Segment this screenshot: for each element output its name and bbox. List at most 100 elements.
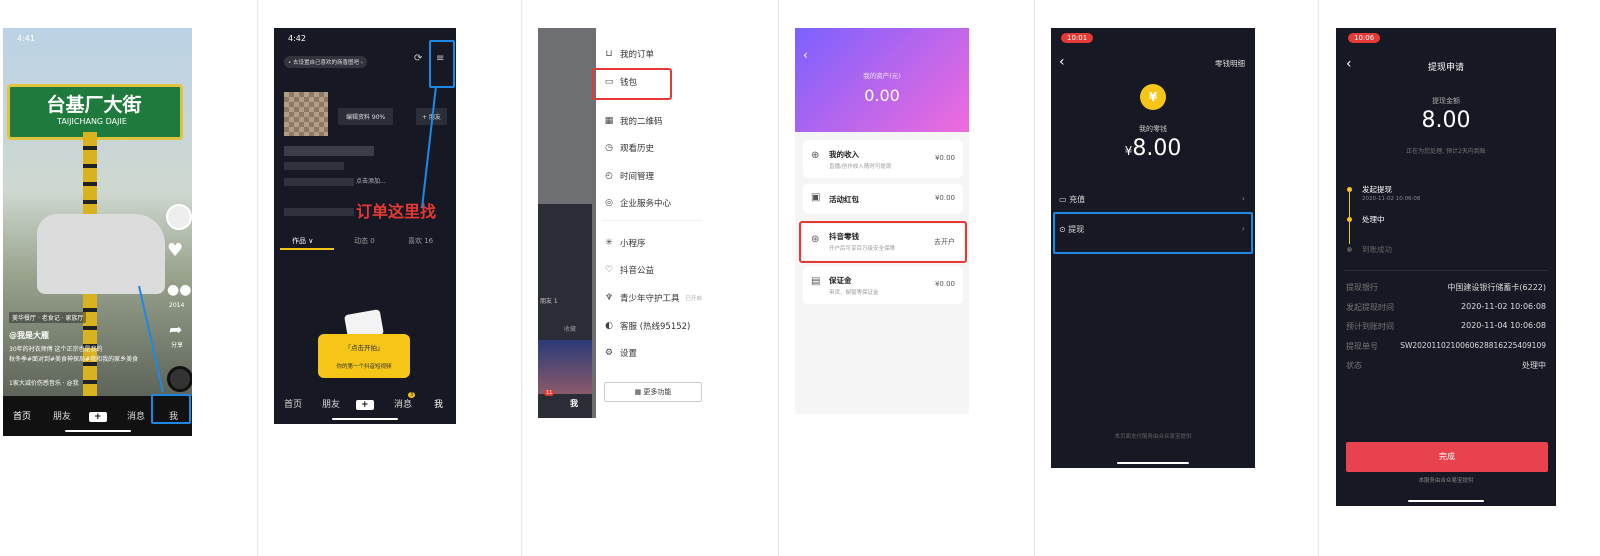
left-thumbnail — [538, 340, 592, 394]
column-divider — [257, 0, 258, 556]
menu-divider — [602, 220, 702, 221]
withdraw-amount: 8.00 — [1421, 108, 1471, 133]
tab-works[interactable]: 作品 ∨ — [292, 236, 313, 246]
charity-icon: ♡ — [604, 265, 614, 275]
column-divider — [778, 0, 779, 556]
timeline-dot — [1347, 187, 1352, 192]
phone-withdraw-request: 10:06 ‹ 提现申请 提现金额 8.00 正在为您处理, 预计2天内到账 发… — [1336, 28, 1556, 506]
status-time: 10:01 — [1061, 33, 1094, 43]
asset-row-deposit[interactable]: ▤ 保证金 带货、橱窗等保证金 ¥0.00 — [803, 266, 963, 304]
service-icon: ◐ — [605, 321, 613, 331]
tab-likes[interactable]: 喜欢 16 — [408, 236, 433, 246]
menu-label: 抖音公益 — [620, 266, 655, 276]
left-me-label: 我 — [570, 399, 578, 408]
wallet-header — [795, 28, 969, 132]
highlight-me-tab — [151, 394, 191, 424]
menu-qr-code[interactable]: ▦ 我的二维码 — [604, 115, 663, 127]
menu-my-orders[interactable]: ⊔ 我的订单 — [604, 48, 654, 60]
menu-youth-guard[interactable]: ♆ 青少年守护工具 已开启 — [604, 292, 702, 304]
highlight-change — [799, 221, 967, 263]
cart-icon: ⊔ — [605, 49, 613, 59]
page-title: 提现申请 — [1427, 63, 1464, 73]
menu-label: 我的二维码 — [620, 117, 663, 127]
miniapp-icon: ✳ — [605, 238, 613, 248]
menu-customer-service[interactable]: ◐ 客服 (热线95152) — [604, 320, 690, 332]
column-divider — [521, 0, 522, 556]
deposit-icon: ▤ — [811, 276, 821, 287]
assets-label: 我的资产(元) — [863, 72, 901, 80]
home-indicator — [1117, 462, 1189, 464]
column-divider — [1318, 0, 1319, 556]
more-label: 更多功能 — [643, 388, 672, 396]
footer-note: 本服务由合众易宝提供 — [1418, 478, 1474, 484]
row-title: 我的收入 — [829, 150, 859, 159]
phone-profile: 4:42 • 去设置自己喜欢的商香图吧 › ⟳ ≡ 编辑资料 90% + 朋友 … — [274, 28, 456, 424]
detail-label: 提现银行 — [1346, 283, 1378, 292]
asset-row-income[interactable]: ⊕ 我的收入 直播/创作收入随时可提现 ¥0.00 — [803, 140, 963, 178]
youth-icon: ♆ — [604, 293, 614, 303]
enterprise-icon: ◎ — [605, 198, 613, 208]
menu-enterprise[interactable]: ◎ 企业服务中心 — [604, 197, 671, 209]
tab-home[interactable]: 首页 — [284, 397, 302, 410]
annotation-arrow — [138, 285, 164, 393]
done-button[interactable]: 完成 — [1346, 442, 1548, 472]
recharge-row[interactable]: ▭ 充值 › — [1059, 194, 1245, 205]
phone-side-menu: 朋友 1 收藏 11 我 ⊔ 我的订单 ▭ 钱包 ▦ 我的二维码 ◷ 观看历史 ◴ 时间管… — [538, 28, 714, 418]
chevron-right-icon: › — [1241, 194, 1245, 203]
more-functions-button[interactable]: ▦ 更多功能 — [604, 382, 702, 402]
tab-friends[interactable]: 朋友 — [322, 397, 340, 410]
menu-label: 青少年守护工具 — [620, 294, 680, 304]
row-subtitle: 带货、橱窗等保证金 — [829, 290, 879, 296]
step-label: 处理中 — [1362, 215, 1385, 224]
detail-label: 提现单号 — [1346, 342, 1378, 351]
tab-me[interactable]: 我 — [434, 397, 443, 410]
detail-value: 2020-11-02 10:06:08 — [1461, 302, 1546, 311]
row-label: 充值 — [1069, 195, 1086, 204]
asset-row-redpacket[interactable]: ▣ 活动红包 ¥0.00 — [803, 184, 963, 214]
timer-icon: ◴ — [605, 171, 613, 181]
menu-label: 时间管理 — [620, 172, 655, 182]
assets-value: 0.00 — [864, 86, 900, 105]
settings-icon: ⚙ — [604, 348, 614, 358]
detail-label: 预计到账时间 — [1346, 322, 1394, 331]
timeline-dot — [1347, 247, 1352, 252]
highlight-wallet — [592, 68, 672, 100]
back-icon[interactable]: ‹ — [1059, 54, 1065, 70]
left-badge: 11 — [544, 390, 555, 396]
menu-charity[interactable]: ♡ 抖音公益 — [604, 264, 654, 276]
balance-amount: ¥8.00 — [1051, 136, 1255, 161]
back-icon[interactable]: ‹ — [803, 48, 808, 62]
row-value: ¥0.00 — [934, 280, 955, 288]
qrcode-icon: ▦ — [604, 116, 614, 126]
menu-label: 设置 — [620, 349, 638, 359]
row-title: 保证金 — [829, 276, 852, 285]
detail-value: 中国建设银行储蓄卡(6222) — [1447, 283, 1546, 292]
timeline-line — [1349, 188, 1350, 244]
row-value: ¥0.00 — [934, 194, 955, 202]
menu-label: 小程序 — [620, 239, 646, 249]
bubble-title: 「点击开拍」 — [344, 344, 384, 352]
redpacket-icon: ▣ — [811, 192, 821, 203]
menu-label: 企业服务中心 — [620, 199, 672, 209]
coin-icon: ¥ — [1140, 84, 1166, 110]
amount-value: 8.00 — [1132, 136, 1182, 161]
tab-dynamic[interactable]: 动态 0 — [354, 236, 375, 246]
processing-note: 正在为您处理, 预计2天内到账 — [1406, 148, 1486, 155]
menu-history[interactable]: ◷ 观看历史 — [604, 142, 654, 154]
status-time: 10:06 — [1348, 33, 1381, 43]
start-shooting-bubble[interactable]: 「点击开拍」 你的第一个抖音短视频 — [318, 334, 410, 378]
menu-time-management[interactable]: ◴ 时间管理 — [604, 170, 654, 182]
menu-label: 客服 (热线95152) — [620, 322, 691, 332]
step-date: 2020-11-02 10:06:08 — [1362, 196, 1421, 202]
bubble-subtitle: 你的第一个抖音短视频 — [336, 364, 392, 370]
home-indicator — [1408, 500, 1484, 502]
highlight-withdraw — [1053, 212, 1253, 254]
create-button[interactable]: + — [356, 400, 374, 410]
change-detail-link[interactable]: 零钱明细 — [1215, 58, 1245, 69]
tab-messages[interactable]: 消息 — [394, 397, 412, 410]
left-friend-label: 朋友 1 — [540, 298, 558, 305]
menu-mini-programs[interactable]: ✳ 小程序 — [604, 237, 646, 249]
row-subtitle: 直播/创作收入随时可提现 — [829, 164, 892, 170]
income-icon: ⊕ — [811, 150, 820, 161]
menu-settings[interactable]: ⚙ 设置 — [604, 347, 637, 359]
